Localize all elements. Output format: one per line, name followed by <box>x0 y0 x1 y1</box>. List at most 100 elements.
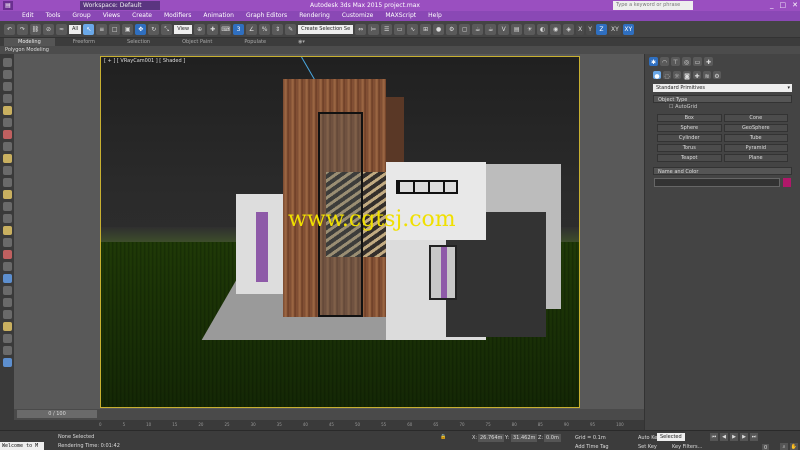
snap-toggle-icon[interactable]: 3 <box>233 23 245 35</box>
edit-named-selection-icon[interactable]: ✎ <box>285 23 297 35</box>
link-icon[interactable]: ⛓ <box>30 23 41 35</box>
align-icon[interactable]: ⊨ <box>368 23 380 35</box>
z-coordinate-field[interactable]: 0.0m <box>544 434 561 442</box>
menu-create[interactable]: Create <box>132 11 152 21</box>
spinner-snap-icon[interactable]: ⇕ <box>272 23 284 35</box>
goto-start-icon[interactable]: ⏮ <box>710 433 718 441</box>
primitive-category-dropdown[interactable]: Standard Primitives <box>653 84 792 92</box>
create-tab-icon[interactable]: ✱ <box>649 57 658 66</box>
add-time-tag[interactable]: Add Time Tag <box>575 444 609 450</box>
box-icon[interactable] <box>2 154 12 163</box>
name-color-header[interactable]: Name and Color <box>653 167 792 175</box>
scene-explorer-icon[interactable] <box>2 82 12 91</box>
keyboard-shortcut-icon[interactable]: ⌨ <box>220 23 232 35</box>
workspace-dropdown[interactable]: Workspace: Default <box>80 1 160 10</box>
viewport-label[interactable]: [ + ] [ VRayCam001 ] [ Shaded ] <box>104 58 185 64</box>
box-button[interactable]: Box <box>657 114 722 122</box>
percent-snap-icon[interactable]: % <box>259 23 271 35</box>
helper-icon[interactable] <box>2 118 12 127</box>
render-production-icon[interactable]: ☕ <box>472 23 484 35</box>
vray-sphere-icon[interactable]: ◐ <box>537 23 549 35</box>
plant-icon[interactable] <box>2 286 12 295</box>
mirror-icon[interactable]: ⇔ <box>355 23 367 35</box>
modify-tab-icon[interactable]: ◠ <box>660 57 669 66</box>
tab-selection[interactable]: Selection <box>113 38 164 46</box>
axis-z-button[interactable]: Z <box>595 23 607 35</box>
camera-icon[interactable] <box>2 274 12 283</box>
torus-button[interactable]: Torus <box>657 144 722 152</box>
prev-frame-icon[interactable]: ◀ <box>720 433 728 441</box>
rope-icon[interactable] <box>2 238 12 247</box>
sun-icon[interactable] <box>2 226 12 235</box>
menu-modifiers[interactable]: Modifiers <box>164 11 191 21</box>
tab-populate[interactable]: Populate <box>230 38 280 46</box>
menu-graph-editors[interactable]: Graph Editors <box>246 11 287 21</box>
info-icon[interactable] <box>2 358 12 367</box>
teapot-button[interactable]: Teapot <box>657 154 722 162</box>
tab-freeform[interactable]: Freeform <box>59 38 109 46</box>
set-key-button[interactable]: Set Key <box>638 444 657 450</box>
unlink-icon[interactable]: ⊘ <box>43 23 54 35</box>
pan-icon[interactable]: ✋ <box>790 443 798 450</box>
layer-icon[interactable] <box>2 70 12 79</box>
lamp-icon[interactable] <box>2 190 12 199</box>
select-icon[interactable] <box>2 94 12 103</box>
edit-icon[interactable] <box>2 250 12 259</box>
select-scale-icon[interactable]: ⤡ <box>161 23 173 35</box>
curve-editor-icon[interactable]: ∿ <box>407 23 419 35</box>
ribbon-toggle-icon[interactable]: ▭ <box>394 23 406 35</box>
vray-proxy-icon[interactable]: ◈ <box>563 23 575 35</box>
cylinder-icon[interactable] <box>2 178 12 187</box>
current-frame-field[interactable]: 0 <box>762 444 770 450</box>
select-manipulate-icon[interactable]: ✚ <box>207 23 219 35</box>
settings-icon[interactable] <box>2 346 12 355</box>
globe-icon[interactable] <box>2 334 12 343</box>
layer-manager-icon[interactable]: ☰ <box>381 23 393 35</box>
teapot-icon[interactable] <box>2 214 12 223</box>
vray-icon[interactable]: V <box>498 23 510 35</box>
brush-icon[interactable] <box>2 142 12 151</box>
selection-filter-dropdown[interactable]: All <box>69 24 82 34</box>
menu-views[interactable]: Views <box>103 11 120 21</box>
reference-coord-dropdown[interactable]: View <box>174 24 193 34</box>
cylinder-button[interactable]: Cylinder <box>657 134 722 142</box>
axis-xy-button[interactable]: XY <box>608 23 621 35</box>
sphere-button[interactable]: Sphere <box>657 124 722 132</box>
angle-snap-icon[interactable]: ∠ <box>246 23 258 35</box>
zoom-icon[interactable]: ⌕ <box>780 443 788 450</box>
hammer-icon[interactable] <box>2 298 12 307</box>
container-icon[interactable] <box>2 58 12 67</box>
geometry-category-icon[interactable]: ● <box>653 71 661 80</box>
menu-animation[interactable]: Animation <box>203 11 234 21</box>
redo-icon[interactable]: ↷ <box>17 23 28 35</box>
next-frame-icon[interactable]: ▶ <box>740 433 748 441</box>
minimize-button[interactable]: _ <box>770 0 774 11</box>
menu-rendering[interactable]: Rendering <box>299 11 330 21</box>
rendered-frame-window-icon[interactable]: ▢ <box>459 23 471 35</box>
vray-lights-icon[interactable]: ☀ <box>524 23 536 35</box>
plane-button[interactable]: Plane <box>723 154 788 162</box>
cone-icon[interactable] <box>2 202 12 211</box>
maxscript-listener[interactable]: Welcome to M <box>0 442 44 450</box>
key-filters-button[interactable]: Key Filters... <box>672 444 702 450</box>
x-coordinate-field[interactable]: 26.764m <box>478 434 505 442</box>
paint-icon[interactable] <box>2 130 12 139</box>
y-coordinate-field[interactable]: 31.462m <box>511 434 538 442</box>
lights-category-icon[interactable]: ☼ <box>673 71 681 80</box>
select-object-icon[interactable]: ↖ <box>83 23 95 35</box>
tab-object-paint[interactable]: Object Paint <box>168 38 226 46</box>
select-move-icon[interactable]: ✥ <box>135 23 147 35</box>
window-crossing-icon[interactable]: ▣ <box>122 23 134 35</box>
object-name-input[interactable] <box>654 178 780 187</box>
vray-camera-icon[interactable]: ◉ <box>550 23 562 35</box>
search-input[interactable]: Type a keyword or phrase <box>613 1 693 10</box>
ribbon-panel-label[interactable]: Polygon Modeling <box>0 46 800 54</box>
menu-maxscript[interactable]: MAXScript <box>385 11 416 21</box>
menu-group[interactable]: Group <box>72 11 90 21</box>
light-icon[interactable] <box>2 106 12 115</box>
pivot-center-icon[interactable]: ⊕ <box>194 23 206 35</box>
motion-tab-icon[interactable]: ◎ <box>682 57 691 66</box>
goto-end-icon[interactable]: ⏭ <box>750 433 758 441</box>
rect-selection-icon[interactable]: □ <box>109 23 121 35</box>
close-button[interactable]: ✕ <box>792 0 798 11</box>
